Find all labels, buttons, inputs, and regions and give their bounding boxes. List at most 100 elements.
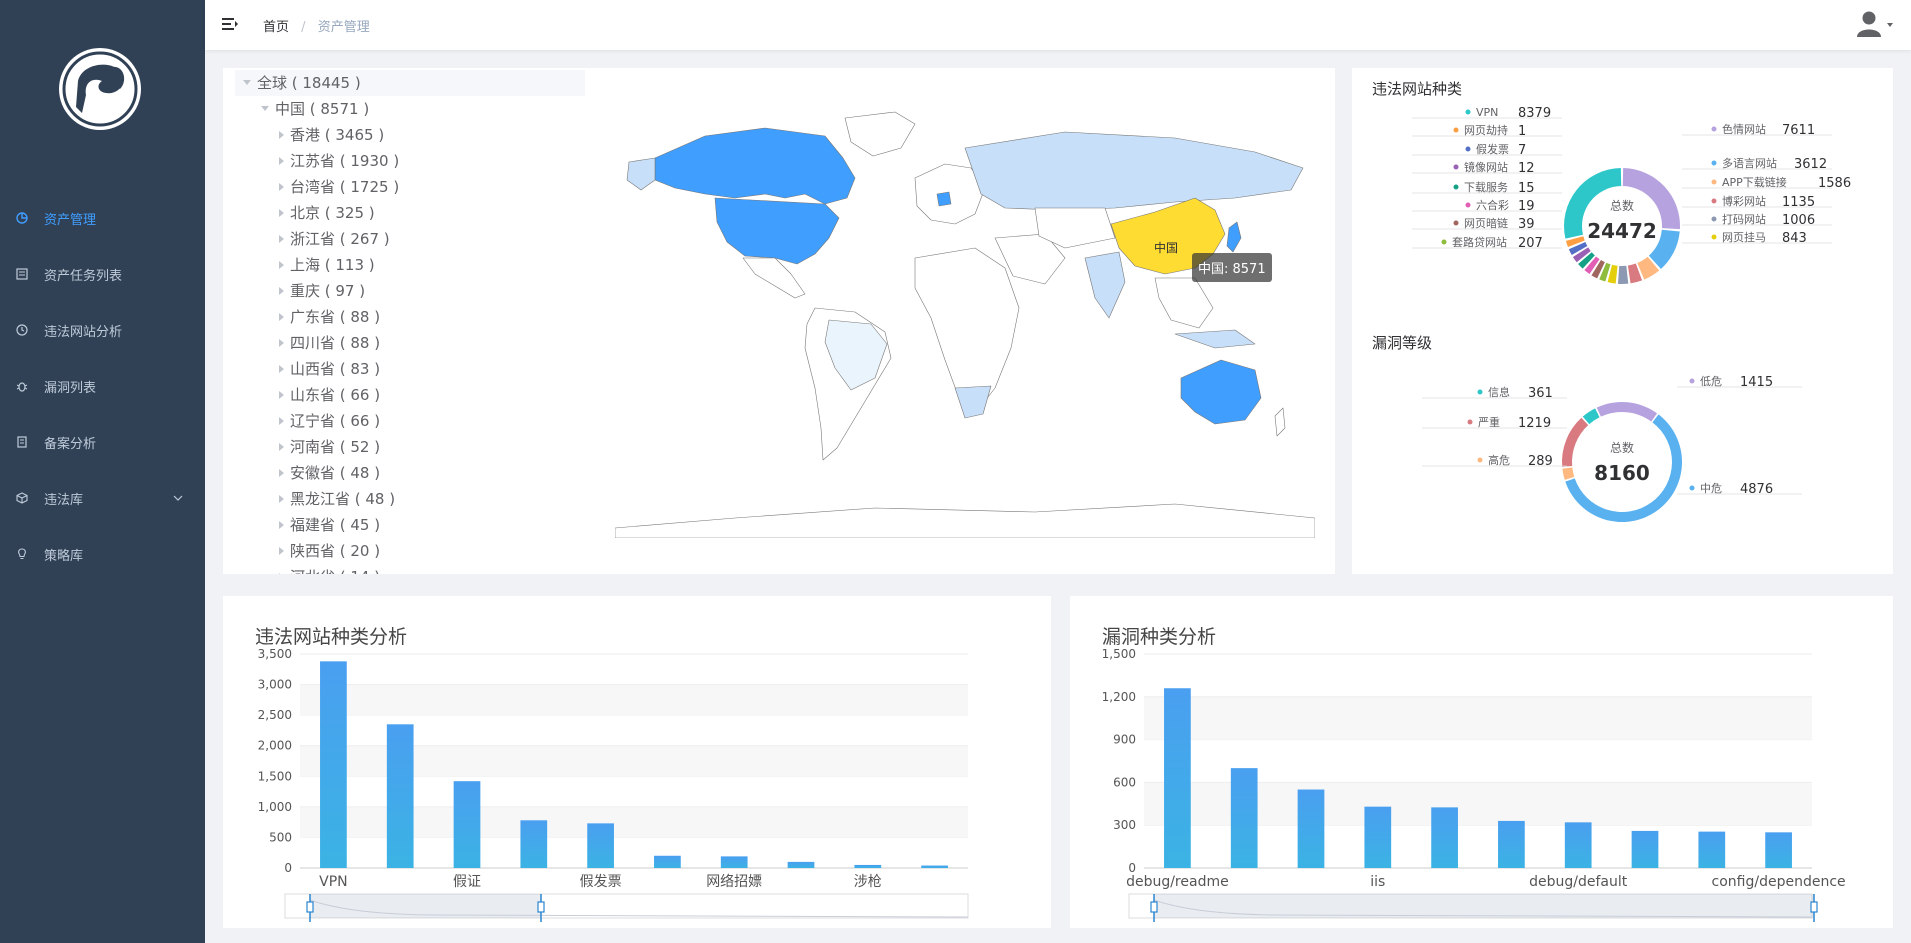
expand-caret-icon[interactable] [279,520,284,529]
hamburger-icon[interactable] [221,15,239,33]
expand-caret-icon[interactable] [279,390,284,399]
expand-caret-icon[interactable] [279,442,284,451]
y-tick-label: 3,000 [258,678,292,692]
sidebar-item-filing-analysis[interactable]: 备案分析 [0,414,205,470]
vuln-types-bar-chart[interactable]: 0 300 600 900 1,200 1,500 debug/readme iis debug… [1070,596,1893,928]
tree-node-global[interactable]: 全球 ( 18445 ) [235,70,585,96]
bar[interactable] [587,823,614,868]
vuln-levels-donut-chart[interactable]: 总数 8160 信息 361 严重 1219 高危 289 低危 1415 中危 4876 [1352,358,1893,558]
zoom-handle-grip[interactable] [1810,901,1818,913]
sidebar-item-illegal-library[interactable]: 违法库 [0,470,205,526]
expand-caret-icon[interactable] [279,156,284,165]
tree-node-label: 北京 ( 325 ) [290,204,375,222]
illegal-sites-bar-chart[interactable]: 0 500 1,000 1,500 2,000 2,500 3,000 3,500 VPN 假证 假… [223,596,1051,928]
expand-caret-icon[interactable] [279,286,284,295]
expand-caret-icon[interactable] [261,106,269,111]
zoom-slider-range[interactable] [310,894,541,918]
tree-node-province[interactable]: 重庆 ( 97 ) [235,278,585,304]
logo-icon [62,51,138,127]
expand-caret-icon[interactable] [279,182,284,191]
tree-node-province[interactable]: 四川省 ( 88 ) [235,330,585,356]
sidebar-item-strategy-library[interactable]: 策略库 [0,526,205,582]
bar[interactable] [520,820,548,868]
donut-segment[interactable] [1617,265,1629,284]
bar[interactable] [854,864,882,868]
tree-node-province[interactable]: 河北省 ( 14 ) [235,564,585,574]
sidebar-item-label: 备案分析 [44,436,97,452]
bar[interactable] [1431,807,1458,868]
tree-node-province[interactable]: 陕西省 ( 20 ) [235,538,585,564]
bar[interactable] [1498,820,1525,868]
expand-caret-icon[interactable] [279,208,284,217]
expand-caret-icon[interactable] [279,416,284,425]
bar[interactable] [1297,789,1325,868]
legend-dot [1453,184,1459,190]
zoom-handle-grip[interactable] [1150,901,1158,913]
zoom-handle-grip[interactable] [537,901,545,913]
bar[interactable] [1631,830,1659,868]
legend-label: 网页暗链 [1464,216,1508,230]
expand-caret-icon[interactable] [279,130,284,139]
expand-caret-icon[interactable] [279,234,284,243]
breadcrumb-home[interactable]: 首页 [263,20,289,35]
tree-node-province[interactable]: 辽宁省 ( 66 ) [235,408,585,434]
tree-node-label: 四川省 ( 88 ) [290,334,381,352]
bar[interactable] [320,661,347,868]
tree-node-province[interactable]: 黑龙江省 ( 48 ) [235,486,585,512]
expand-caret-icon[interactable] [279,572,284,574]
sidebar-item-asset-task-list[interactable]: 资产任务列表 [0,246,205,302]
bar[interactable] [1765,832,1792,868]
donut-segment[interactable] [1562,417,1589,467]
bar[interactable] [921,865,948,868]
tree-node-province[interactable]: 香港 ( 3465 ) [235,122,585,148]
bar[interactable] [386,724,414,868]
expand-caret-icon[interactable] [243,80,251,85]
legend-value: 3612 [1794,157,1827,172]
bar[interactable] [1164,688,1191,868]
bar[interactable] [654,855,681,868]
sidebar-item-asset-management[interactable]: 资产管理 [0,190,205,246]
expand-caret-icon[interactable] [279,312,284,321]
sidebar-item-vulnerability-list[interactable]: 漏洞列表 [0,358,205,414]
expand-caret-icon[interactable] [279,494,284,503]
legend-dot [1467,419,1473,425]
world-map[interactable]: 中国 [615,98,1315,538]
tree-node-province[interactable]: 上海 ( 113 ) [235,252,585,278]
user-avatar-icon[interactable] [1855,10,1895,38]
tree-node-label: 中国 ( 8571 ) [275,100,370,118]
bar[interactable] [1364,806,1392,868]
tree-node-province[interactable]: 北京 ( 325 ) [235,200,585,226]
tree-node-province[interactable]: 台湾省 ( 1725 ) [235,174,585,200]
tree-node-province[interactable]: 河南省 ( 52 ) [235,434,585,460]
expand-caret-icon[interactable] [279,364,284,373]
legend-dot [1689,378,1695,384]
tree-node-province[interactable]: 广东省 ( 88 ) [235,304,585,330]
chevron-down-icon[interactable] [173,492,183,507]
donut-segment[interactable] [1596,402,1658,422]
zoom-handle-grip[interactable] [306,901,314,913]
bar[interactable] [1698,831,1726,868]
bar[interactable] [787,861,815,868]
tree-node-province[interactable]: 浙江省 ( 267 ) [235,226,585,252]
tree-node-province[interactable]: 山东省 ( 66 ) [235,382,585,408]
illegal-sites-donut-chart[interactable]: 总数 24472 VPN 8379 网页劫持 1 假发票 7 镜像网站 12 下载服务 15 六合彩 19… [1352,98,1893,338]
tree-node-province[interactable]: 福建省 ( 45 ) [235,512,585,538]
donut-segment[interactable] [1582,408,1600,425]
tree-node-province[interactable]: 安徽省 ( 48 ) [235,460,585,486]
expand-caret-icon[interactable] [279,338,284,347]
tree-node-china[interactable]: 中国 ( 8571 ) [235,96,585,122]
expand-caret-icon[interactable] [279,260,284,269]
expand-caret-icon[interactable] [279,468,284,477]
tree-node-province[interactable]: 山西省 ( 83 ) [235,356,585,382]
bar[interactable] [720,856,748,868]
bar[interactable] [1230,768,1258,868]
tree-node-label: 河北省 ( 14 ) [290,568,380,574]
bar[interactable] [1564,822,1592,868]
logo[interactable] [59,48,141,130]
bar[interactable] [453,781,481,868]
legend-label: 套路贷网站 [1452,235,1507,249]
donut-segment[interactable] [1562,467,1575,480]
sidebar-item-illegal-site-analysis[interactable]: 违法网站分析 [0,302,205,358]
expand-caret-icon[interactable] [279,546,284,555]
tree-node-province[interactable]: 江苏省 ( 1930 ) [235,148,585,174]
